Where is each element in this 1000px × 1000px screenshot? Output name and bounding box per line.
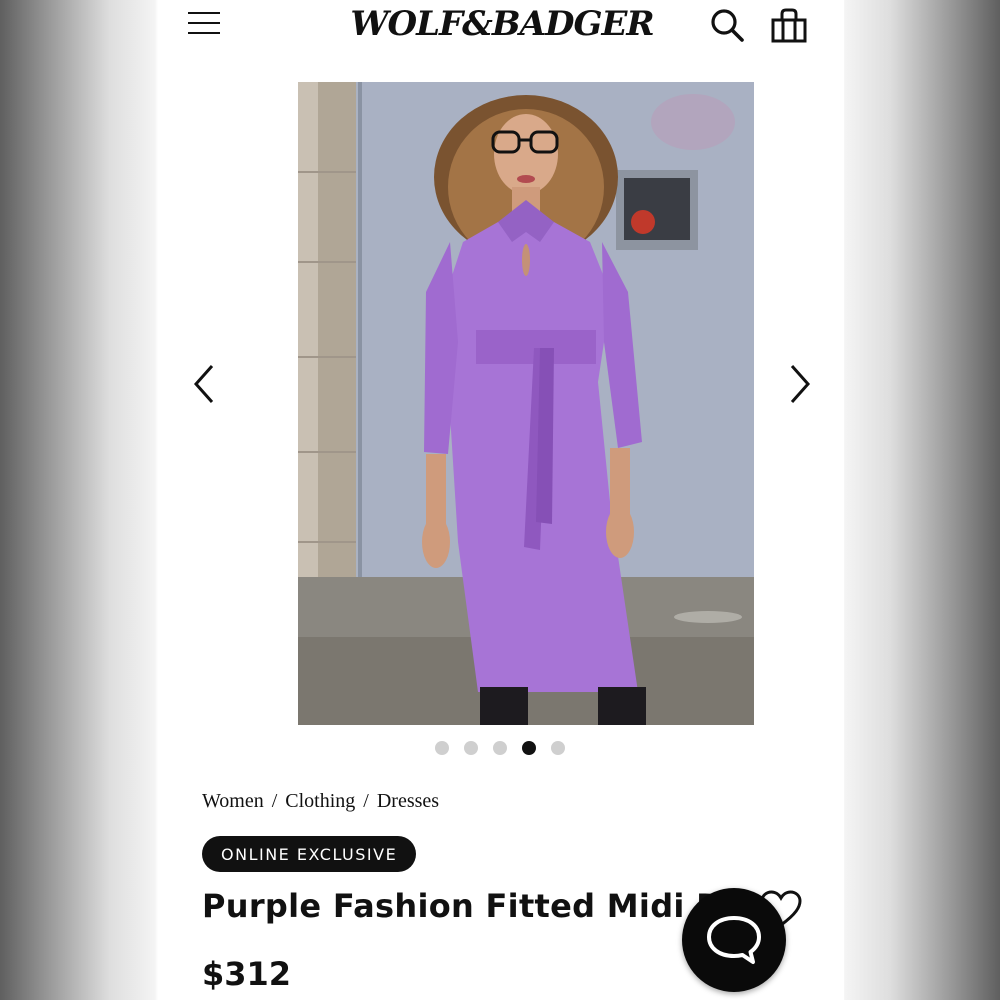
- online-exclusive-badge: ONLINE EXCLUSIVE: [202, 836, 417, 872]
- pagination-dot-2[interactable]: [464, 741, 478, 755]
- pagination-dot-1[interactable]: [435, 741, 449, 755]
- chat-bubble-icon: [707, 916, 761, 964]
- breadcrumb-separator: /: [271, 790, 278, 812]
- image-pagination: [435, 741, 565, 755]
- chat-button[interactable]: [682, 888, 786, 992]
- search-icon: [711, 9, 744, 42]
- breadcrumb-women[interactable]: Women: [202, 790, 264, 813]
- product-title: Purple Fashion Fitted Midi Dre: [202, 887, 762, 925]
- breadcrumb: Women / Clothing / Dresses: [202, 790, 439, 813]
- previous-image-button[interactable]: [186, 360, 226, 408]
- chevron-left-icon: [193, 365, 214, 403]
- pagination-dot-3[interactable]: [493, 741, 507, 755]
- breadcrumb-dresses[interactable]: Dresses: [377, 790, 439, 813]
- model-photo: [298, 82, 754, 725]
- shopping-bag-icon: [771, 8, 807, 43]
- breadcrumb-clothing[interactable]: Clothing: [285, 790, 355, 813]
- brand-logo[interactable]: WOLF&BADGER: [336, 2, 668, 46]
- shopping-bag-button[interactable]: [770, 6, 808, 44]
- pagination-dot-4[interactable]: [522, 741, 536, 755]
- next-image-button[interactable]: [778, 360, 818, 408]
- breadcrumb-separator: /: [363, 790, 369, 812]
- product-price: $312: [202, 955, 292, 993]
- menu-button[interactable]: [186, 8, 222, 38]
- search-button[interactable]: [708, 6, 746, 44]
- chevron-right-icon: [790, 365, 811, 403]
- pagination-dot-5[interactable]: [551, 741, 565, 755]
- hamburger-menu-icon: [188, 12, 220, 15]
- product-image[interactable]: [298, 82, 754, 725]
- product-page: WOLF&BADGER Women / Clothing / Dresses O…: [158, 0, 844, 1000]
